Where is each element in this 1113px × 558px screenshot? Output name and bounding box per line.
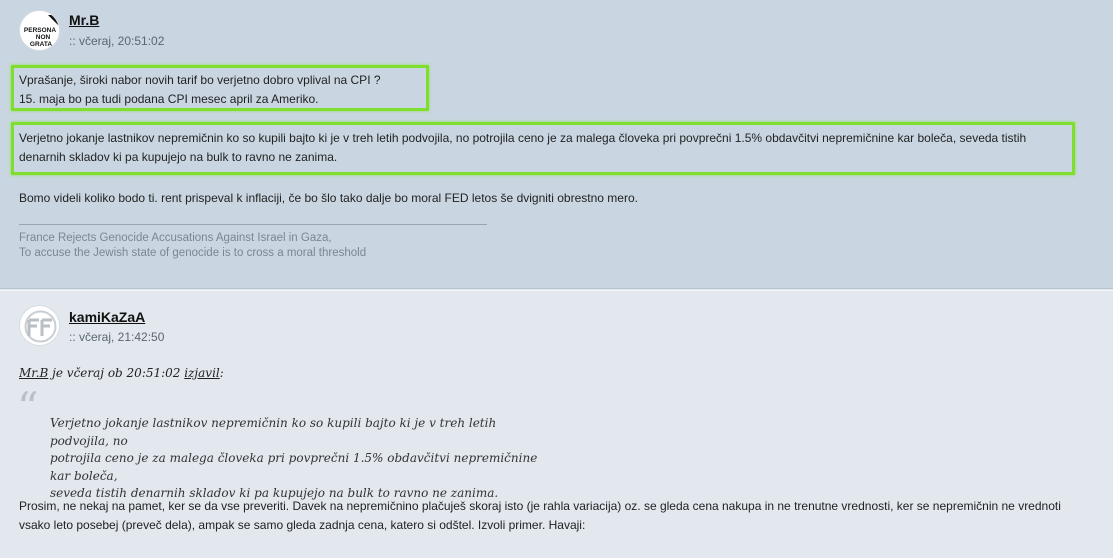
quote-text-line: potrojila ceno je za malega človeka pri … xyxy=(50,451,538,483)
quote-header-colon: : xyxy=(219,366,224,380)
kamikaza-avatar-icon xyxy=(21,307,59,345)
post-paragraph-2: Verjetno jokanje lastnikov nepremičnin k… xyxy=(19,129,1069,167)
avatar-text-1: PERSONA xyxy=(24,27,56,34)
quote-author-link[interactable]: Mr.B xyxy=(19,366,48,380)
forum-post-mrb: PERSONA NON GRATA Mr.B :: včeraj, 20:51:… xyxy=(0,0,1113,289)
reply-text: Prosim, ne nekaj na pamet, ker se da vse… xyxy=(19,497,1099,535)
signature-divider xyxy=(19,224,487,225)
post-text-line: 15. maja bo pa tudi podana CPI mesec apr… xyxy=(19,92,319,106)
quote-source-link[interactable]: izjavil xyxy=(184,366,220,380)
quote-mark-icon: “ xyxy=(17,383,39,432)
post-text-line: vsako leto posebej (preveč dela), ampak … xyxy=(19,518,586,532)
signature-line: To accuse the Jewish state of genocide i… xyxy=(19,247,367,259)
persona-non-grata-avatar-icon: PERSONA NON GRATA xyxy=(20,11,59,50)
username-link[interactable]: kamiKaZaA xyxy=(69,309,145,325)
post-text-line: Vprašanje, široki nabor novih tarif bo v… xyxy=(19,73,381,87)
quote-text-line: Verjetno jokanje lastnikov nepremičnin k… xyxy=(50,416,497,448)
post-timestamp: :: včeraj, 21:42:50 xyxy=(69,330,165,344)
username-link[interactable]: Mr.B xyxy=(69,12,99,28)
avatar-text-3: GRATA xyxy=(30,41,52,48)
quote-header: Mr.B je včeraj ob 20:51:02 izjavil: xyxy=(19,366,224,380)
signature-line: France Rejects Genocide Accusations Agai… xyxy=(19,232,332,244)
post-text-line: Prosim, ne nekaj na pamet, ker se da vse… xyxy=(19,499,1061,513)
post-text-line: Verjetno jokanje lastnikov nepremičnin k… xyxy=(19,131,1027,145)
forum-post-kamikaza: kamiKaZaA :: včeraj, 21:42:50 Mr.B je vč… xyxy=(0,290,1113,558)
avatar[interactable] xyxy=(19,305,60,346)
signature: France Rejects Genocide Accusations Agai… xyxy=(19,231,366,261)
post-timestamp: :: včeraj, 20:51:02 xyxy=(69,34,165,48)
post-paragraph-1: Vprašanje, široki nabor novih tarif bo v… xyxy=(19,71,381,109)
post-paragraph-3: Bomo videli koliko bodo ti. rent prispev… xyxy=(19,191,638,205)
quote-body: Verjetno jokanje lastnikov nepremičnin k… xyxy=(50,415,550,503)
quote-header-text: je včeraj ob 20:51:02 xyxy=(48,366,185,380)
post-text-line: denarnih skladov ki pa kupujejo na bulk … xyxy=(19,150,338,164)
avatar-text-2: NON xyxy=(36,34,51,41)
avatar[interactable]: PERSONA NON GRATA xyxy=(19,10,60,51)
